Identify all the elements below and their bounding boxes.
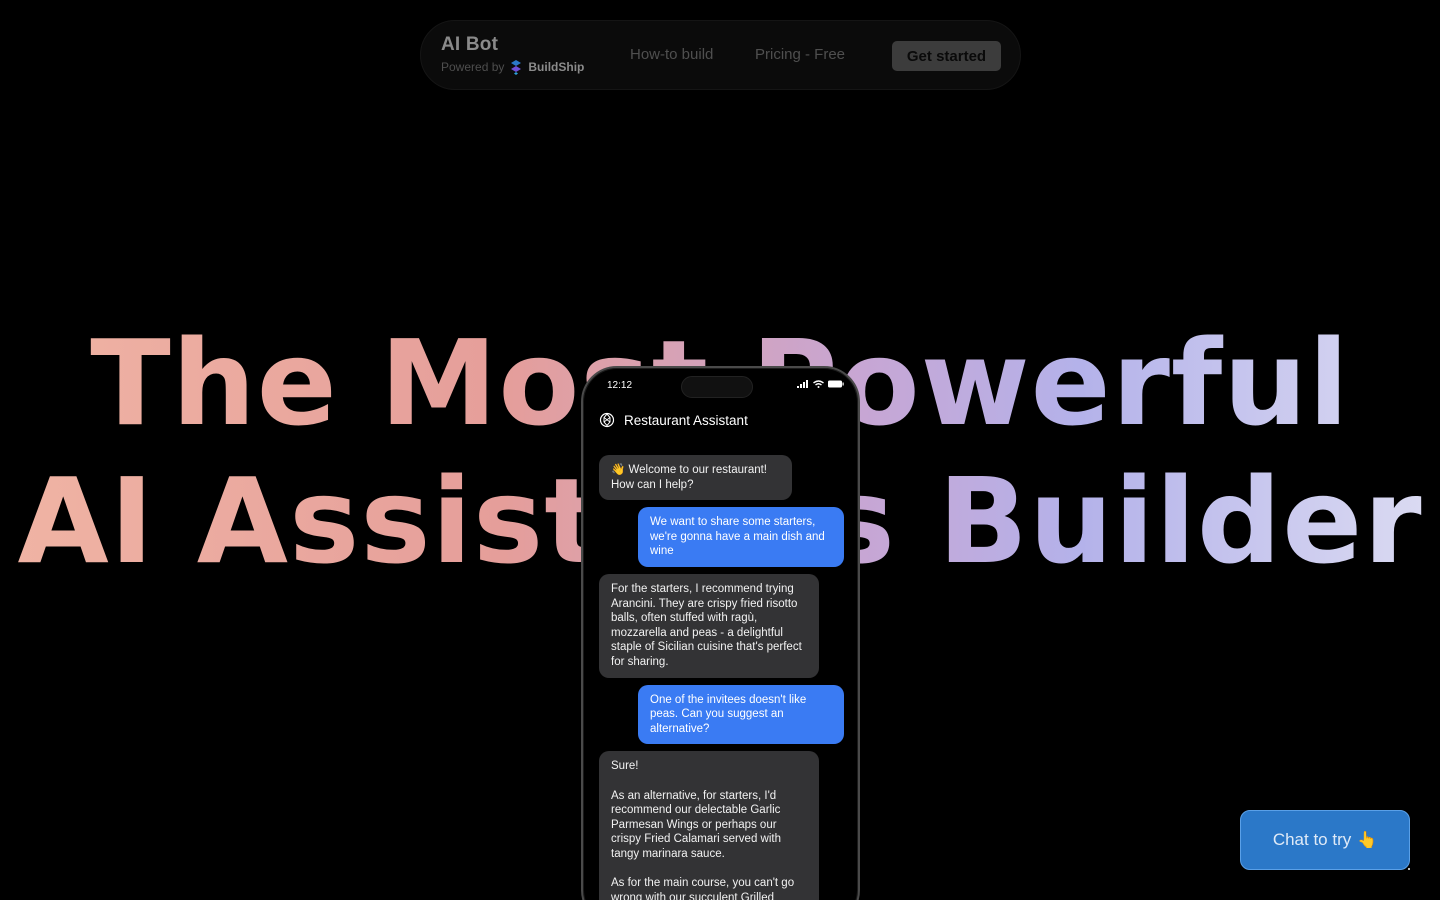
pointing-hand-icon: 👆 bbox=[1357, 832, 1378, 849]
battery-icon bbox=[828, 380, 844, 388]
status-icons bbox=[797, 380, 844, 388]
openai-logo-icon bbox=[599, 412, 615, 428]
powered-by-label: Powered by bbox=[441, 60, 505, 74]
chat-message-bot: 👋 Welcome to our restaurant! How can I h… bbox=[599, 455, 792, 501]
dynamic-island bbox=[681, 376, 753, 398]
chat-message-bot: For the starters, I recommend trying Ara… bbox=[599, 573, 819, 678]
brand-title: AI Bot bbox=[441, 34, 499, 55]
top-nav: AI Bot Powered by BuildShip How-to build… bbox=[420, 20, 1021, 90]
corner-dot bbox=[1408, 868, 1410, 870]
chat-message-user: We want to share some starters, we're go… bbox=[638, 507, 844, 567]
chat-title: Restaurant Assistant bbox=[624, 412, 748, 428]
chat-to-try-label: Chat to try bbox=[1272, 830, 1352, 849]
chat-header: Restaurant Assistant bbox=[599, 412, 748, 428]
status-time: 12:12 bbox=[607, 380, 633, 391]
nav-link-pricing[interactable]: Pricing - Free bbox=[755, 46, 845, 63]
signal-icon bbox=[797, 380, 808, 388]
get-started-button[interactable]: Get started bbox=[892, 41, 1001, 71]
brand[interactable]: AI Bot Powered by BuildShip bbox=[441, 34, 584, 75]
phone-status-bar: 12:12 bbox=[583, 368, 858, 402]
phone-mockup: 12:12 Restaurant Assistant 👋 Welcome to … bbox=[581, 366, 860, 900]
buildship-name: BuildShip bbox=[528, 60, 585, 74]
chat-messages: 👋 Welcome to our restaurant! How can I h… bbox=[599, 455, 844, 900]
chat-to-try-button[interactable]: Chat to try 👆 bbox=[1240, 810, 1410, 870]
wifi-icon bbox=[813, 380, 824, 388]
landing-page: AI Bot Powered by BuildShip How-to build… bbox=[0, 0, 1440, 900]
chat-message-user: One of the invitees doesn't like peas. C… bbox=[638, 684, 844, 745]
nav-link-how-to-build[interactable]: How-to build bbox=[630, 46, 713, 63]
chat-message-bot: Sure! As an alternative, for starters, I… bbox=[599, 751, 819, 900]
powered-by: Powered by BuildShip bbox=[441, 59, 584, 75]
buildship-logo-icon bbox=[509, 59, 523, 75]
